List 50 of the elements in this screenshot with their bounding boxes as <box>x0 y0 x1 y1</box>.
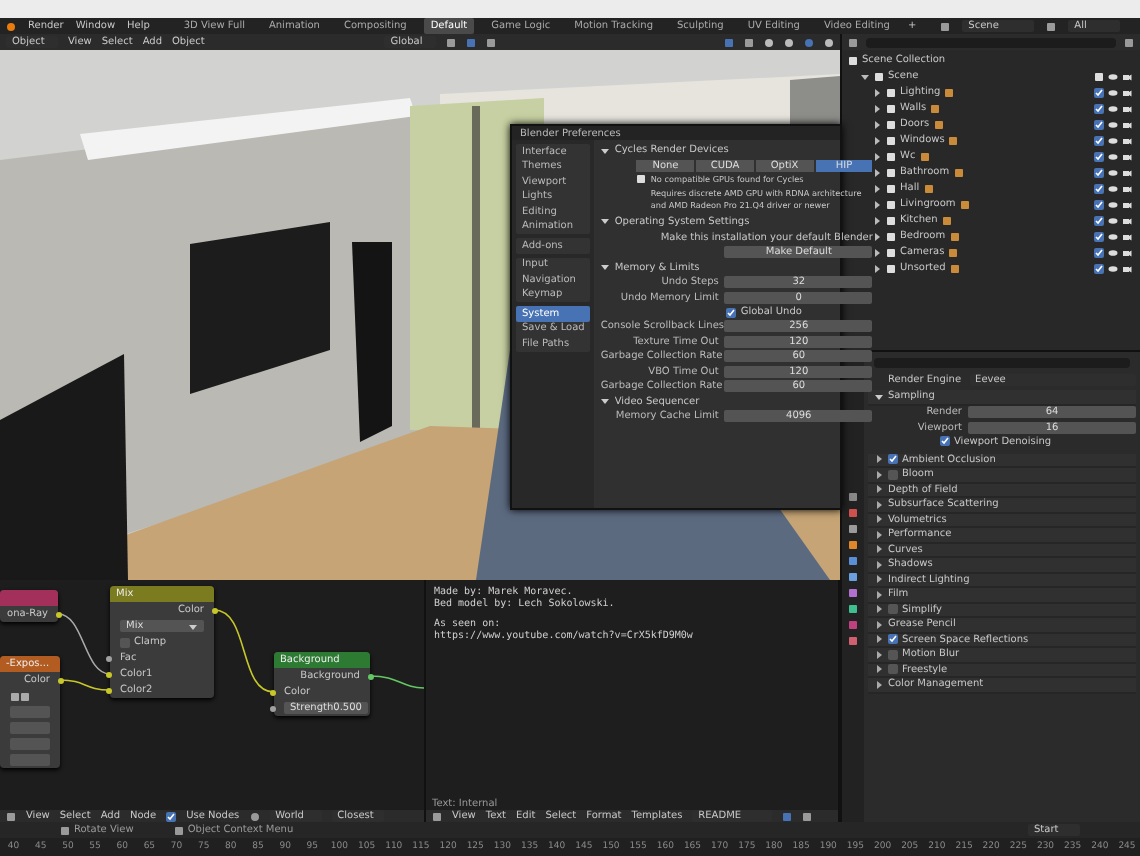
camera-icon <box>1122 263 1132 273</box>
camera-icon <box>1122 199 1132 209</box>
chevron-icon <box>874 391 884 402</box>
checkbox[interactable] <box>888 604 898 615</box>
checkbox[interactable] <box>888 469 898 480</box>
chevron-icon <box>600 216 611 227</box>
dropdown-field[interactable] <box>10 722 50 734</box>
camera-icon <box>1122 151 1132 161</box>
checkbox[interactable] <box>940 436 950 447</box>
camera-icon <box>1122 87 1132 97</box>
checkbox[interactable] <box>1094 135 1104 145</box>
checkbox[interactable] <box>1094 167 1104 177</box>
checkbox[interactable] <box>1094 231 1104 241</box>
camera-icon <box>1122 119 1132 129</box>
checkbox[interactable] <box>1094 263 1104 273</box>
checkbox[interactable] <box>888 454 898 465</box>
chevron-icon <box>600 145 611 155</box>
camera-icon <box>1122 183 1132 193</box>
checkbox[interactable] <box>888 634 898 645</box>
checkbox[interactable] <box>888 664 898 675</box>
dropdown-field[interactable] <box>10 738 50 750</box>
checkbox[interactable] <box>726 307 737 318</box>
clamp-checkbox[interactable] <box>120 637 130 647</box>
dropdown-field[interactable] <box>10 706 50 718</box>
checkbox[interactable] <box>1094 215 1104 225</box>
checkbox[interactable] <box>166 811 177 821</box>
checkbox[interactable] <box>1094 183 1104 193</box>
checkbox[interactable] <box>1094 103 1104 113</box>
node-link <box>58 613 111 675</box>
checkbox[interactable] <box>1094 119 1104 129</box>
camera-icon <box>1122 135 1132 145</box>
camera-icon <box>1122 231 1132 241</box>
caret-icon <box>188 621 198 631</box>
camera-icon <box>1122 215 1132 225</box>
checkbox[interactable] <box>1094 199 1104 209</box>
node-link <box>59 679 111 691</box>
checkbox[interactable] <box>1094 247 1104 257</box>
dropdown-field[interactable] <box>10 754 50 766</box>
camera-icon <box>1122 71 1132 81</box>
checkbox[interactable] <box>888 649 898 660</box>
camera-icon <box>1122 167 1132 177</box>
camera-icon <box>1122 103 1132 113</box>
checkbox[interactable] <box>1094 87 1104 97</box>
node-link <box>369 675 424 689</box>
chevron-icon <box>600 396 611 407</box>
search-field[interactable] <box>874 357 1130 367</box>
node-link <box>213 609 275 693</box>
checkbox[interactable] <box>1094 151 1104 161</box>
camera-icon <box>1122 247 1132 257</box>
chevron-icon <box>600 262 611 273</box>
